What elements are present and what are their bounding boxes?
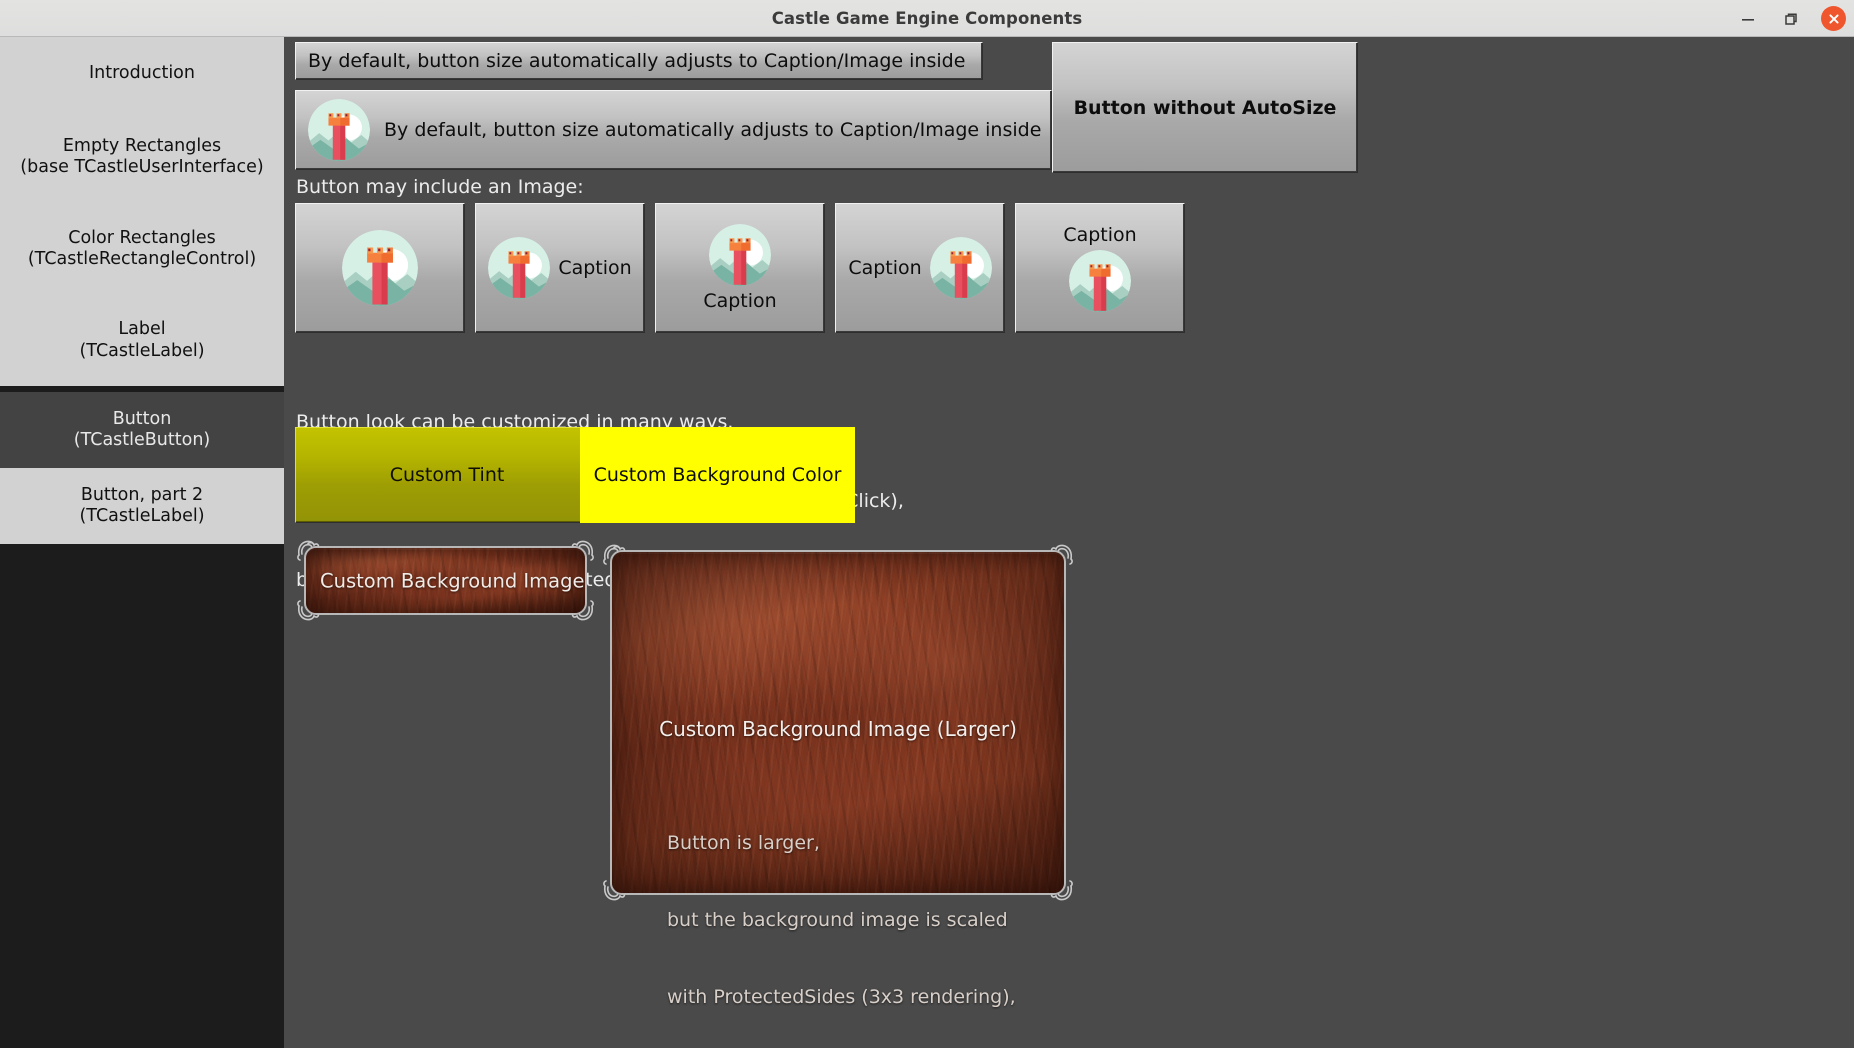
image-button-image-left[interactable]: Caption	[475, 203, 645, 333]
custom-background-color-button[interactable]: Custom Background Color	[580, 427, 855, 523]
custom-background-image-button[interactable]: Custom Background Image	[297, 540, 594, 621]
sidebar-item-label-text: Label	[118, 319, 166, 340]
window-title: Castle Game Engine Components	[771, 8, 1083, 28]
sidebar-item-color-rectangles[interactable]: Color Rectangles (TCastleRectangleContro…	[0, 203, 284, 295]
sidebar-item-sublabel: (TCastleRectangleControl)	[27, 249, 257, 269]
sidebar-item-label: Introduction	[89, 63, 195, 84]
custom-tint-button[interactable]: Custom Tint	[295, 427, 599, 523]
button-caption: Custom Background Color	[593, 464, 842, 486]
autosize-button-2[interactable]: By default, button size automatically ad…	[295, 90, 1052, 170]
sidebar-group-top: Introduction Empty Rectangles (base TCas…	[0, 37, 284, 386]
sidebar-item-label: Button	[112, 408, 172, 429]
castle-logo-icon	[709, 224, 771, 286]
body-line-1: Button is larger,	[667, 832, 820, 855]
custom-background-image-large-button[interactable]: Custom Background Image (Larger) Button …	[603, 544, 1073, 1008]
sidebar: Introduction Empty Rectangles (base TCas…	[0, 37, 284, 1048]
sidebar-item-button[interactable]: Button (TCastleButton)	[0, 392, 284, 468]
image-button-image-bottom[interactable]: Caption	[1015, 203, 1185, 333]
button-caption: Custom Background Image	[320, 569, 585, 592]
castle-logo-icon	[929, 237, 992, 299]
sidebar-item-introduction[interactable]: Introduction	[0, 37, 284, 111]
button-caption: Caption	[848, 257, 922, 279]
image-button-only-image[interactable]	[295, 203, 465, 333]
button-caption: Custom Tint	[389, 464, 505, 486]
image-button-image-top[interactable]: Caption	[655, 203, 825, 333]
app-window: Castle Game Engine Components Introducti…	[0, 0, 1854, 1048]
button-caption: Button without AutoSize	[1073, 96, 1337, 119]
castle-logo-icon	[1069, 250, 1131, 312]
title-bar: Castle Game Engine Components	[0, 0, 1854, 37]
sidebar-item-label: Color Rectangles	[68, 227, 216, 248]
no-autosize-button[interactable]: Button without AutoSize	[1052, 42, 1358, 173]
maximize-icon[interactable]	[1778, 6, 1804, 32]
image-button-image-right[interactable]: Caption	[835, 203, 1005, 333]
button-caption: Caption	[703, 290, 777, 312]
sidebar-item-empty-rectangles[interactable]: Empty Rectangles (base TCastleUserInterf…	[0, 111, 284, 203]
autosize-button-1[interactable]: By default, button size automatically ad…	[295, 42, 983, 80]
body-line-3: with ProtectedSides (3x3 rendering),	[667, 986, 1016, 1009]
button-caption: Caption	[1063, 224, 1137, 246]
close-icon[interactable]	[1821, 6, 1846, 31]
sidebar-item-button-part-2[interactable]: Button, part 2 (TCastleLabel)	[0, 468, 284, 544]
castle-logo-icon	[308, 99, 370, 161]
sidebar-item-label[interactable]: Label (TCastleLabel)	[0, 295, 284, 386]
button-caption: By default, button size automatically ad…	[384, 119, 1042, 141]
ornament-corner-icon	[1045, 537, 1079, 571]
image-section-label: Button may include an Image:	[296, 176, 584, 198]
ornament-corner-icon	[597, 874, 631, 908]
sidebar-item-label: Empty Rectangles	[62, 135, 222, 156]
sidebar-item-label: Button, part 2	[80, 484, 204, 505]
main-canvas: By default, button size automatically ad…	[284, 37, 1854, 1048]
sidebar-item-sublabel: (base TCastleUserInterface)	[20, 157, 264, 177]
castle-logo-icon	[342, 230, 418, 306]
button-caption: Custom Background Image (Larger)	[659, 717, 1017, 741]
body-line-2: but the background image is scaled	[667, 909, 1008, 932]
button-caption: By default, button size automatically ad…	[308, 50, 966, 72]
sidebar-item-sublabel: (TCastleLabel)	[79, 340, 205, 361]
button-caption: Caption	[558, 257, 632, 279]
minimize-icon[interactable]	[1735, 6, 1761, 32]
sidebar-item-sublabel: (TCastleButton)	[73, 430, 211, 450]
ornament-corner-icon	[1045, 874, 1079, 908]
window-controls	[1735, 0, 1846, 37]
button-body-text: Button is larger, but the background ima…	[667, 780, 1016, 1048]
sidebar-group-bottom: Button, part 2 (TCastleLabel)	[0, 468, 284, 544]
sidebar-item-sublabel: (TCastleLabel)	[79, 506, 205, 526]
castle-logo-icon	[488, 237, 551, 299]
